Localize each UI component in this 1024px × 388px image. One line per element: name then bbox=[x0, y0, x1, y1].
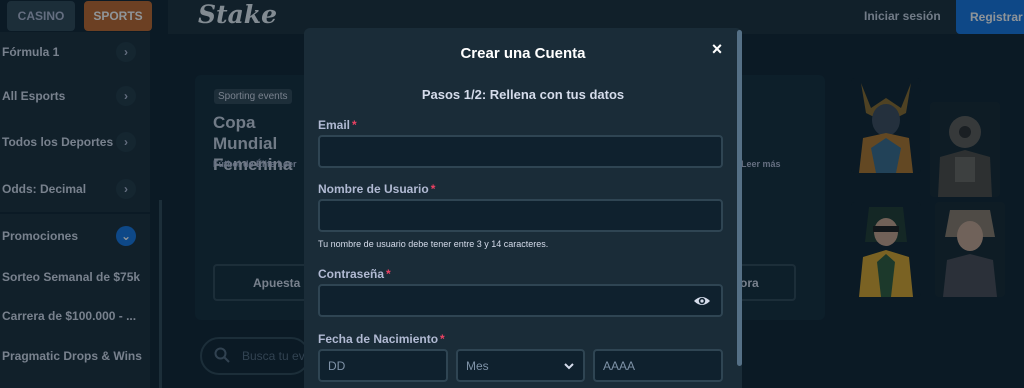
eye-icon[interactable] bbox=[693, 294, 711, 308]
required-mark: * bbox=[440, 332, 445, 346]
username-label: Nombre de Usuario * bbox=[318, 182, 435, 196]
dob-year-input[interactable]: AAAA bbox=[593, 349, 723, 382]
required-mark: * bbox=[352, 118, 357, 132]
steps-text: Pasos 1/2: Rellena con tus datos bbox=[421, 87, 625, 102]
email-label: Email * bbox=[318, 118, 357, 132]
email-field[interactable] bbox=[318, 135, 723, 168]
username-hint: Tu nombre de usuario debe tener entre 3 … bbox=[318, 239, 549, 249]
username-field[interactable] bbox=[318, 199, 723, 232]
email-label-text: Email bbox=[318, 118, 351, 132]
dob-label-text: Fecha de Nacimiento bbox=[318, 332, 439, 346]
register-modal: Crear una Cuenta × Pasos 1/2: Rellena co… bbox=[304, 28, 742, 388]
dob-month-select[interactable]: Mes bbox=[456, 349, 585, 382]
required-mark: * bbox=[430, 182, 436, 196]
close-icon[interactable]: × bbox=[709, 40, 725, 58]
dob-day-input[interactable]: DD bbox=[318, 349, 448, 382]
password-field[interactable] bbox=[318, 284, 723, 317]
modal-title: Crear una Cuenta bbox=[460, 45, 586, 62]
username-label-text: Nombre de Usuario bbox=[318, 182, 429, 196]
password-label: Contraseña * bbox=[318, 267, 391, 281]
dob-month-value: Mes bbox=[466, 358, 489, 373]
password-label-text: Contraseña bbox=[318, 267, 385, 281]
dob-label: Fecha de Nacimiento * bbox=[318, 332, 445, 346]
chevron-down-icon bbox=[564, 363, 574, 370]
required-mark: * bbox=[386, 267, 391, 281]
modal-scrollbar[interactable] bbox=[737, 30, 742, 366]
